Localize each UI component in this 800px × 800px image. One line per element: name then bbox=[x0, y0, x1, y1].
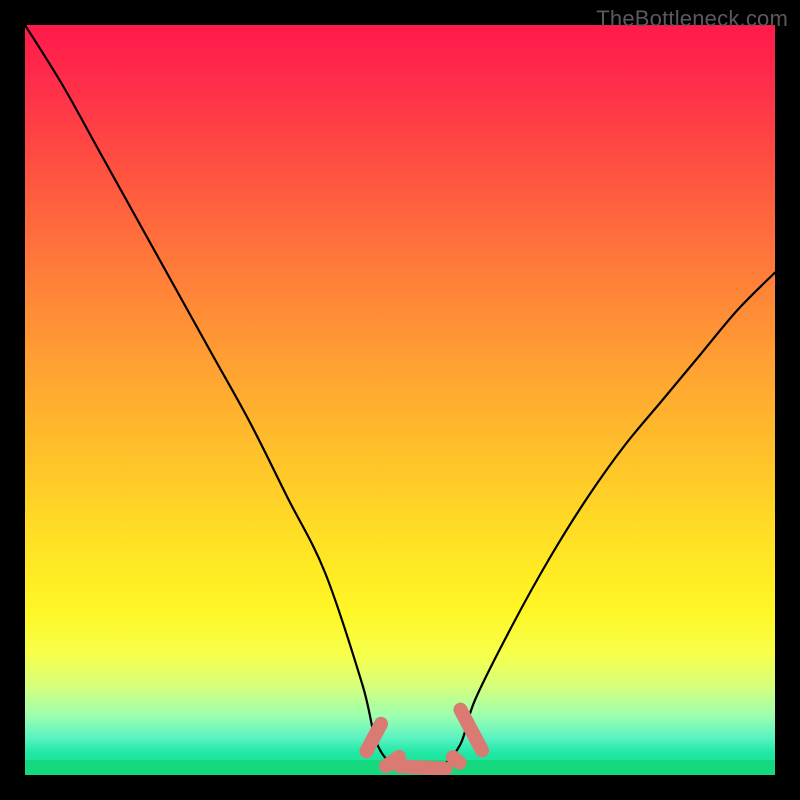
valley-marker-2 bbox=[392, 759, 453, 775]
chart-frame: TheBottleneck.com bbox=[0, 0, 800, 800]
curve-svg-layer bbox=[25, 25, 775, 775]
watermark-text: TheBottleneck.com bbox=[596, 6, 788, 32]
plot-area bbox=[25, 25, 775, 775]
bottleneck-curve-path bbox=[25, 25, 775, 770]
valley-marker-0 bbox=[357, 714, 390, 760]
